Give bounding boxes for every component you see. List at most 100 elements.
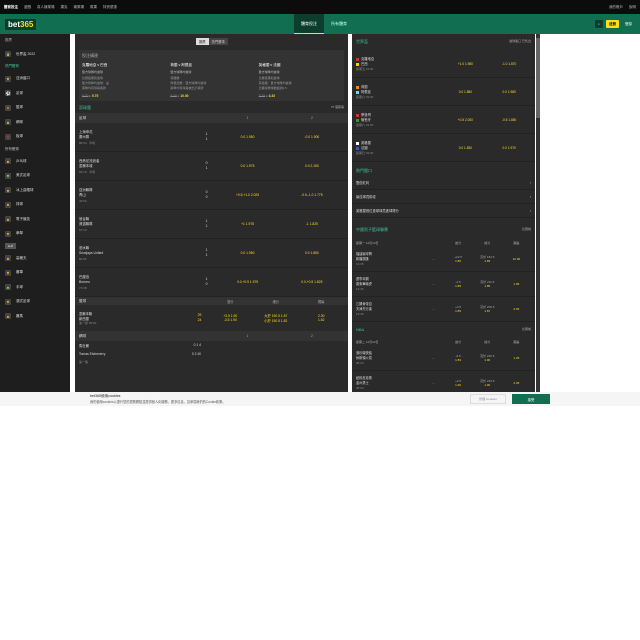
odds-away[interactable]: 0.0,+0.5 1.825 <box>280 280 344 284</box>
match-row[interactable]: 英格蘭 法國 星期日 03:00 0.0 1.830 0.0 1.970 <box>352 134 535 162</box>
popular-market-item[interactable]: 雙倍紅利 › <box>352 176 535 190</box>
match-row[interactable]: 西悉尼流浪者 墨爾本城 55:10 · 半場 01 0.0 1.975 0.0 2.… <box>75 152 348 181</box>
odds-home[interactable]: 0.0 1.950 <box>215 135 279 139</box>
world-cup-more[interactable]: 進球盤口 已售出 <box>509 39 531 45</box>
match-row[interactable]: 摩洛哥 葡萄牙 星期六 23:00 +0.5 2.000 -0.5 1.850 <box>352 106 535 134</box>
in-play-count[interactable]: 75 個賽事 <box>331 105 344 111</box>
total-odds[interactable]: 高於 209.5 1.87 <box>473 305 502 313</box>
topnav-account[interactable]: 我的帳戶 <box>609 5 623 10</box>
odds-home[interactable]: 0.0 1.975 <box>215 164 279 168</box>
sidebar-item-basketball[interactable]: ● 籃球 <box>0 101 70 116</box>
sidebar-az-tag[interactable]: A-Z <box>5 243 16 249</box>
stats-icon[interactable]: ⋯ <box>432 307 444 311</box>
total-odds[interactable]: 高於 211.5 1.85 <box>473 280 502 288</box>
join-button[interactable]: 註冊 <box>606 20 619 28</box>
search-button[interactable]: ⌕ <box>595 20 603 28</box>
sidebar-item-esports[interactable]: ● 電子競技 <box>0 212 70 227</box>
topnav-offers[interactable]: 特別優惠 <box>103 5 117 10</box>
sidebar-item-football[interactable]: ● 美式足球 <box>0 169 70 184</box>
page-scrollbar[interactable] <box>536 34 540 392</box>
match-row[interactable]: 荷蘭 阿根廷 星期六 03:00 0.0 1.880 0.0 1.980 <box>352 78 535 106</box>
stats-icon[interactable]: ⋯ <box>432 381 444 385</box>
moneyline-odds[interactable]: 1.25 <box>502 356 531 360</box>
new-odds[interactable]: 4.33 <box>269 94 275 98</box>
spread-odds[interactable]: +22.5 1.85 <box>444 255 473 263</box>
odds-home[interactable]: 0.0 1.950 <box>215 251 279 255</box>
topnav-poker[interactable]: 撲克 <box>61 5 68 10</box>
moneyline-away[interactable]: 1.62 <box>299 318 344 322</box>
odds-home[interactable]: +1 1.975 <box>215 222 279 226</box>
odds-away[interactable]: -1.0 1.870 <box>487 62 531 66</box>
popular-market-item[interactable]: 最佳球員助攻 › <box>352 190 535 204</box>
moneyline-odds[interactable]: 10.00 <box>502 257 531 261</box>
new-odds[interactable]: 10.00 <box>180 94 188 98</box>
topnav-help[interactable]: 說明 <box>629 5 636 10</box>
odds-home[interactable]: 0.0 1.880 <box>444 90 488 94</box>
sidebar-item-golf[interactable]: ● 高爾夫 <box>0 251 70 266</box>
bet-builder-item[interactable]: 荷蘭 v 阿根廷 雙方球隊均進球 荷蘭勝 阿根廷勝：雙方球隊均進球 兩隊均有球員… <box>170 63 252 98</box>
sidebar-item-tennis[interactable]: ● 網球 <box>0 115 70 130</box>
spread-odds[interactable]: +2.5 1.90 <box>444 379 473 387</box>
login-button[interactable]: 登錄 <box>622 20 635 28</box>
match-row[interactable]: 遼寧本鋼 廣東華南虎 19:35 ⋯ -4.5 1.85 高於 211.5 1.85 1… <box>352 272 535 297</box>
spread-odds[interactable]: +4.5 1.85 <box>444 305 473 313</box>
odds-away[interactable]: -0.0 1.900 <box>280 135 344 139</box>
tennis-match[interactable]: 馬杜爾 0 1 4 Tomas Etcheverry 0 2 40 第一盤 <box>75 341 348 366</box>
odds-away[interactable]: -1 1.825 <box>280 222 344 226</box>
stats-icon[interactable]: ⋯ <box>432 282 444 286</box>
odds-home[interactable]: +1.0 1.980 <box>444 62 488 66</box>
sidebar-item-hockey[interactable]: ● 冰上曲棍球 <box>0 183 70 198</box>
match-row[interactable]: 巴厘島 Borneo 71:08 10 0.0,+0.5 1.975 0.0,+0.… <box>75 268 348 297</box>
sidebar-item-afl[interactable]: ● 澳式足球 <box>0 295 70 310</box>
scrollbar-thumb[interactable] <box>536 38 540 118</box>
match-row[interactable]: 克羅地亞 巴西 星期五 23:00 +1.0 1.980 -1.0 1.870 <box>352 50 535 78</box>
match-row[interactable]: 墨爾本聯 新西蘭 第一節 05:00 29 24 +3.5 1.90 -3.5 1.90… <box>75 305 348 331</box>
manage-cookies-button[interactable]: 管理 Cookies <box>470 394 506 404</box>
total-under[interactable]: 小於 190.5 1.82 <box>253 318 298 323</box>
match-row[interactable]: 泗水聯 Sriwijaya United 82:05 11 0.0 1.950 0.… <box>75 239 348 268</box>
sidebar-item-world-cup[interactable]: ♛ 世界盃 2022 <box>0 47 70 62</box>
bet-builder-item[interactable]: 英格蘭 v 法國 雙方球隊均進球 比賽結果和進球 英格蘭：雙方球隊均進球 比賽總… <box>259 63 341 98</box>
accept-cookies-button[interactable]: 接受 <box>512 394 550 404</box>
odds-home[interactable]: +0.5 2.000 <box>444 118 488 122</box>
match-row[interactable]: 曼谷聯 清邁聯隊 67:10 11 +1 1.975 -1 1.825 <box>75 210 348 239</box>
tab-popular-events[interactable]: 熱門賽事 <box>208 38 228 45</box>
new-odds[interactable]: 5.75 <box>92 94 98 98</box>
topnav-live-casino[interactable]: 真人娛樂場 <box>37 5 55 10</box>
odds-away[interactable]: -0.5 1.850 <box>487 118 531 122</box>
topnav-bingo[interactable]: 賓果 <box>90 5 97 10</box>
bet-builder-item[interactable]: 克羅地亞 v 巴西 雙方球隊均進球 比賽結果和進球 雙方球隊均進球：是 兩隊均有… <box>82 63 164 98</box>
odds-home[interactable]: +0.5,+1.0 2.025 <box>215 193 279 197</box>
sidebar-item-racing[interactable]: ● 賽車 <box>0 266 70 281</box>
tab-featured[interactable]: 推薦 <box>196 38 209 45</box>
topnav-casino[interactable]: 娛樂場 <box>74 5 85 10</box>
spread-odds[interactable]: -9.5 1.83 <box>444 354 473 362</box>
match-row[interactable]: 上海申花 廣州隊 88:00 · 半場 11 0.0 1.950 -0.0 1.90… <box>75 123 348 152</box>
total-odds[interactable]: 高於 220.5 1.90 <box>473 354 502 362</box>
match-row[interactable]: 亞洲聯隊 青山 43:50 00 +0.5,+1.0 2.025 -0.5,-1.0… <box>75 181 348 210</box>
odds-away[interactable]: 0.0 1.970 <box>487 146 531 150</box>
sidebar-item-horse[interactable]: ● 賽馬 <box>0 309 70 324</box>
nba-more[interactable]: 比賽前 <box>522 327 531 332</box>
spread-away[interactable]: -3.5 1.90 <box>208 318 253 322</box>
cba-more[interactable]: 比賽前 <box>522 227 531 233</box>
total-odds[interactable]: 高於 184.5 1.83 <box>473 255 502 263</box>
sidebar-item-volleyball[interactable]: ● 排球 <box>0 198 70 213</box>
topnav-sports[interactable]: 體育投注 <box>4 5 18 10</box>
odds-away[interactable]: 0.0 1.850 <box>280 251 344 255</box>
match-row[interactable]: 洛杉磯快船 休斯頓火箭 08:00 ⋯ -9.5 1.83 高於 220.5 1.90 … <box>352 346 535 371</box>
bet365-logo[interactable]: bet365 <box>5 18 37 30</box>
tab-sports-betting[interactable]: 體育投注 <box>294 14 324 34</box>
odds-home[interactable]: 0.0,+0.5 1.975 <box>215 280 279 284</box>
sidebar-item-cricket[interactable]: ● 板球 <box>0 130 70 145</box>
odds-away[interactable]: 0.0 1.980 <box>487 90 531 94</box>
sidebar-item-boxing[interactable]: ● 拳擊 <box>0 227 70 242</box>
odds-away[interactable]: 0.0 2.150 <box>280 164 344 168</box>
topnav-games[interactable]: 遊戲 <box>24 5 31 10</box>
moneyline-odds[interactable]: 2.65 <box>502 307 531 311</box>
popular-market-item[interactable]: 英格蘭首位進球球員進球得分 › <box>352 204 535 218</box>
sidebar-item-soccer[interactable]: ⚽ 足球 <box>0 86 70 101</box>
odds-home[interactable]: 0.0 1.830 <box>444 146 488 150</box>
moneyline-odds[interactable]: 1.65 <box>502 282 531 286</box>
sidebar-item-asian[interactable]: ● 亞洲盤口 <box>0 72 70 87</box>
